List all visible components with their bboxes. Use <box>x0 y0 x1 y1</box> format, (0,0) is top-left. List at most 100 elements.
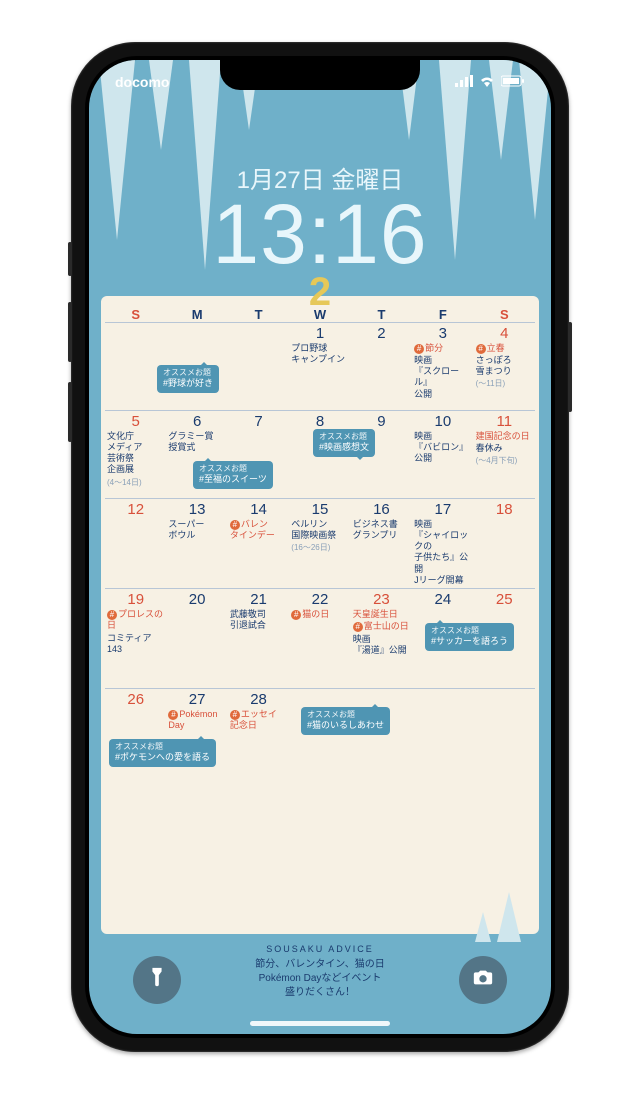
camera-icon <box>472 966 494 993</box>
event-text: 映画『バビロン』公開 <box>414 431 471 465</box>
bubble-label: オススメお題 <box>307 710 384 720</box>
advice-box: SOUSAKU ADVICE 節分、バレンタイン、猫の日Pokémon Dayな… <box>199 943 441 1000</box>
topic-bubble[interactable]: オススメお題 #映画感想文 <box>313 429 375 457</box>
bezel: docomo <box>85 56 555 1038</box>
dow-wed: W <box>289 307 350 322</box>
event-text: スーパーボウル <box>168 519 225 542</box>
week-row: 19 #プロレスの日 コミティア143 20 21 武藤敬司引退試合 22 #猫… <box>105 588 535 688</box>
hash-icon: # <box>230 710 240 720</box>
day-cell[interactable]: 28 #エッセイ記念日 <box>228 689 289 784</box>
hash-icon: # <box>230 520 240 530</box>
day-number: 25 <box>476 591 533 608</box>
event-text: コミティア143 <box>107 633 164 656</box>
day-cell[interactable]: 4 #立春 さっぽろ雪まつり (〜11日) <box>474 323 535 410</box>
day-cell[interactable]: 10 映画『バビロン』公開 <box>412 411 473 498</box>
advice-title: SOUSAKU ADVICE <box>199 943 441 956</box>
dow-tue: T <box>228 307 289 322</box>
day-cell[interactable]: 5 文化庁メディア芸術祭企画展 (4〜14日) <box>105 411 166 498</box>
day-number: 21 <box>230 591 287 608</box>
day-cell[interactable]: 19 #プロレスの日 コミティア143 <box>105 589 166 688</box>
day-cell[interactable]: 16 ビジネス書グランプリ <box>351 499 412 589</box>
event-text: ビジネス書グランプリ <box>353 519 410 542</box>
battery-icon <box>501 74 525 90</box>
event-text: 建国記念の日 <box>476 431 533 442</box>
day-number: 10 <box>414 413 471 430</box>
event-sub: (〜11日) <box>476 378 533 389</box>
event-text: 春休み <box>476 443 533 454</box>
dow-fri: F <box>412 307 473 322</box>
day-number: 17 <box>414 501 471 518</box>
day-number: 26 <box>107 691 164 708</box>
flashlight-button[interactable] <box>133 956 181 1004</box>
day-cell[interactable]: 23 天皇誕生日 #富士山の日 映画『湯道』公開 <box>351 589 412 688</box>
day-number: 3 <box>414 325 471 342</box>
flashlight-icon <box>146 966 168 993</box>
week-row: 1 プロ野球キャンプイン 2 3 #節分 映画『スクロール』公開 4 <box>105 322 535 410</box>
phone-frame: docomo <box>71 42 569 1052</box>
day-cell[interactable]: 14 #バレンタインデー <box>228 499 289 589</box>
event-sub: (16〜26日) <box>291 542 348 553</box>
day-cell[interactable]: 13 スーパーボウル <box>166 499 227 589</box>
day-cell[interactable]: 3 #節分 映画『スクロール』公開 <box>412 323 473 410</box>
topic-bubble[interactable]: オススメお題 #猫のいるしあわせ <box>301 707 390 735</box>
power-button[interactable] <box>568 322 572 412</box>
day-cell[interactable]: 26 <box>105 689 166 784</box>
day-cell[interactable]: 12 <box>105 499 166 589</box>
day-number: 6 <box>168 413 225 430</box>
event-text: さっぽろ雪まつり <box>476 355 533 378</box>
topic-bubble[interactable]: オススメお題 #野球が好き <box>157 365 219 393</box>
dow-thu: T <box>351 307 412 322</box>
week-row: 26 27 #PokémonDay 28 #エッセイ記念日 オススメお題 # <box>105 688 535 784</box>
volume-down-button[interactable] <box>68 382 72 442</box>
event-text: ベルリン国際映画祭 <box>291 519 348 542</box>
day-number: 15 <box>291 501 348 518</box>
hash-icon: # <box>168 710 178 720</box>
event-text: 映画『シャイロックの子供たち』公開Jリーグ開幕 <box>414 519 471 587</box>
day-number: 11 <box>476 413 533 430</box>
dow-sun: S <box>105 307 166 322</box>
topic-bubble[interactable]: オススメお題 #ポケモンへの愛を語る <box>109 739 216 767</box>
day-cell[interactable]: 20 <box>166 589 227 688</box>
day-number: 22 <box>291 591 348 608</box>
day-number: 20 <box>168 591 225 608</box>
day-number: 12 <box>107 501 164 518</box>
camera-button[interactable] <box>459 956 507 1004</box>
hash-icon: # <box>291 610 301 620</box>
day-cell[interactable]: 17 映画『シャイロックの子供たち』公開Jリーグ開幕 <box>412 499 473 589</box>
bubble-text: #野球が好き <box>163 378 213 388</box>
day-number: 14 <box>230 501 287 518</box>
event-text: 映画『湯道』公開 <box>353 634 410 657</box>
bubble-text: #至福のスイーツ <box>199 474 267 484</box>
dow-sat: S <box>474 307 535 322</box>
topic-bubble[interactable]: オススメお題 #サッカーを語ろう <box>425 623 514 651</box>
bubble-label: オススメお題 <box>199 464 267 474</box>
day-number: 4 <box>476 325 533 342</box>
day-cell[interactable]: 11 建国記念の日 春休み (〜4月下旬) <box>474 411 535 498</box>
event-text: #節分 <box>414 343 471 354</box>
event-text: 映画『スクロール』公開 <box>414 355 471 400</box>
event-text: #猫の日 <box>291 609 348 620</box>
advice-text: 節分、バレンタイン、猫の日Pokémon Dayなどイベント盛りだくさん！ <box>199 958 441 1000</box>
bubble-label: オススメお題 <box>115 742 210 752</box>
topic-bubble[interactable]: オススメお題 #至福のスイーツ <box>193 461 273 489</box>
mute-switch[interactable] <box>68 242 72 276</box>
volume-up-button[interactable] <box>68 302 72 362</box>
event-text: プロ野球キャンプイン <box>291 343 348 366</box>
day-cell[interactable]: 1 プロ野球キャンプイン <box>289 323 350 410</box>
screen: docomo <box>89 60 551 1034</box>
day-cell[interactable]: 22 #猫の日 <box>289 589 350 688</box>
weekday-header: S M T W T F S <box>105 307 535 322</box>
bubble-label: オススメお題 <box>163 368 213 378</box>
carrier-label: docomo <box>115 74 169 90</box>
hash-icon: # <box>353 622 363 632</box>
home-indicator[interactable] <box>250 1021 390 1026</box>
day-number: 2 <box>353 325 410 342</box>
bubble-text: #猫のいるしあわせ <box>307 720 384 730</box>
hash-icon: # <box>476 344 486 354</box>
day-cell[interactable]: 18 <box>474 499 535 589</box>
day-cell[interactable]: 21 武藤敬司引退試合 <box>228 589 289 688</box>
day-number: 24 <box>414 591 471 608</box>
day-cell[interactable]: 2 <box>351 323 412 410</box>
day-cell[interactable]: 15 ベルリン国際映画祭 (16〜26日) <box>289 499 350 589</box>
day-number: 16 <box>353 501 410 518</box>
